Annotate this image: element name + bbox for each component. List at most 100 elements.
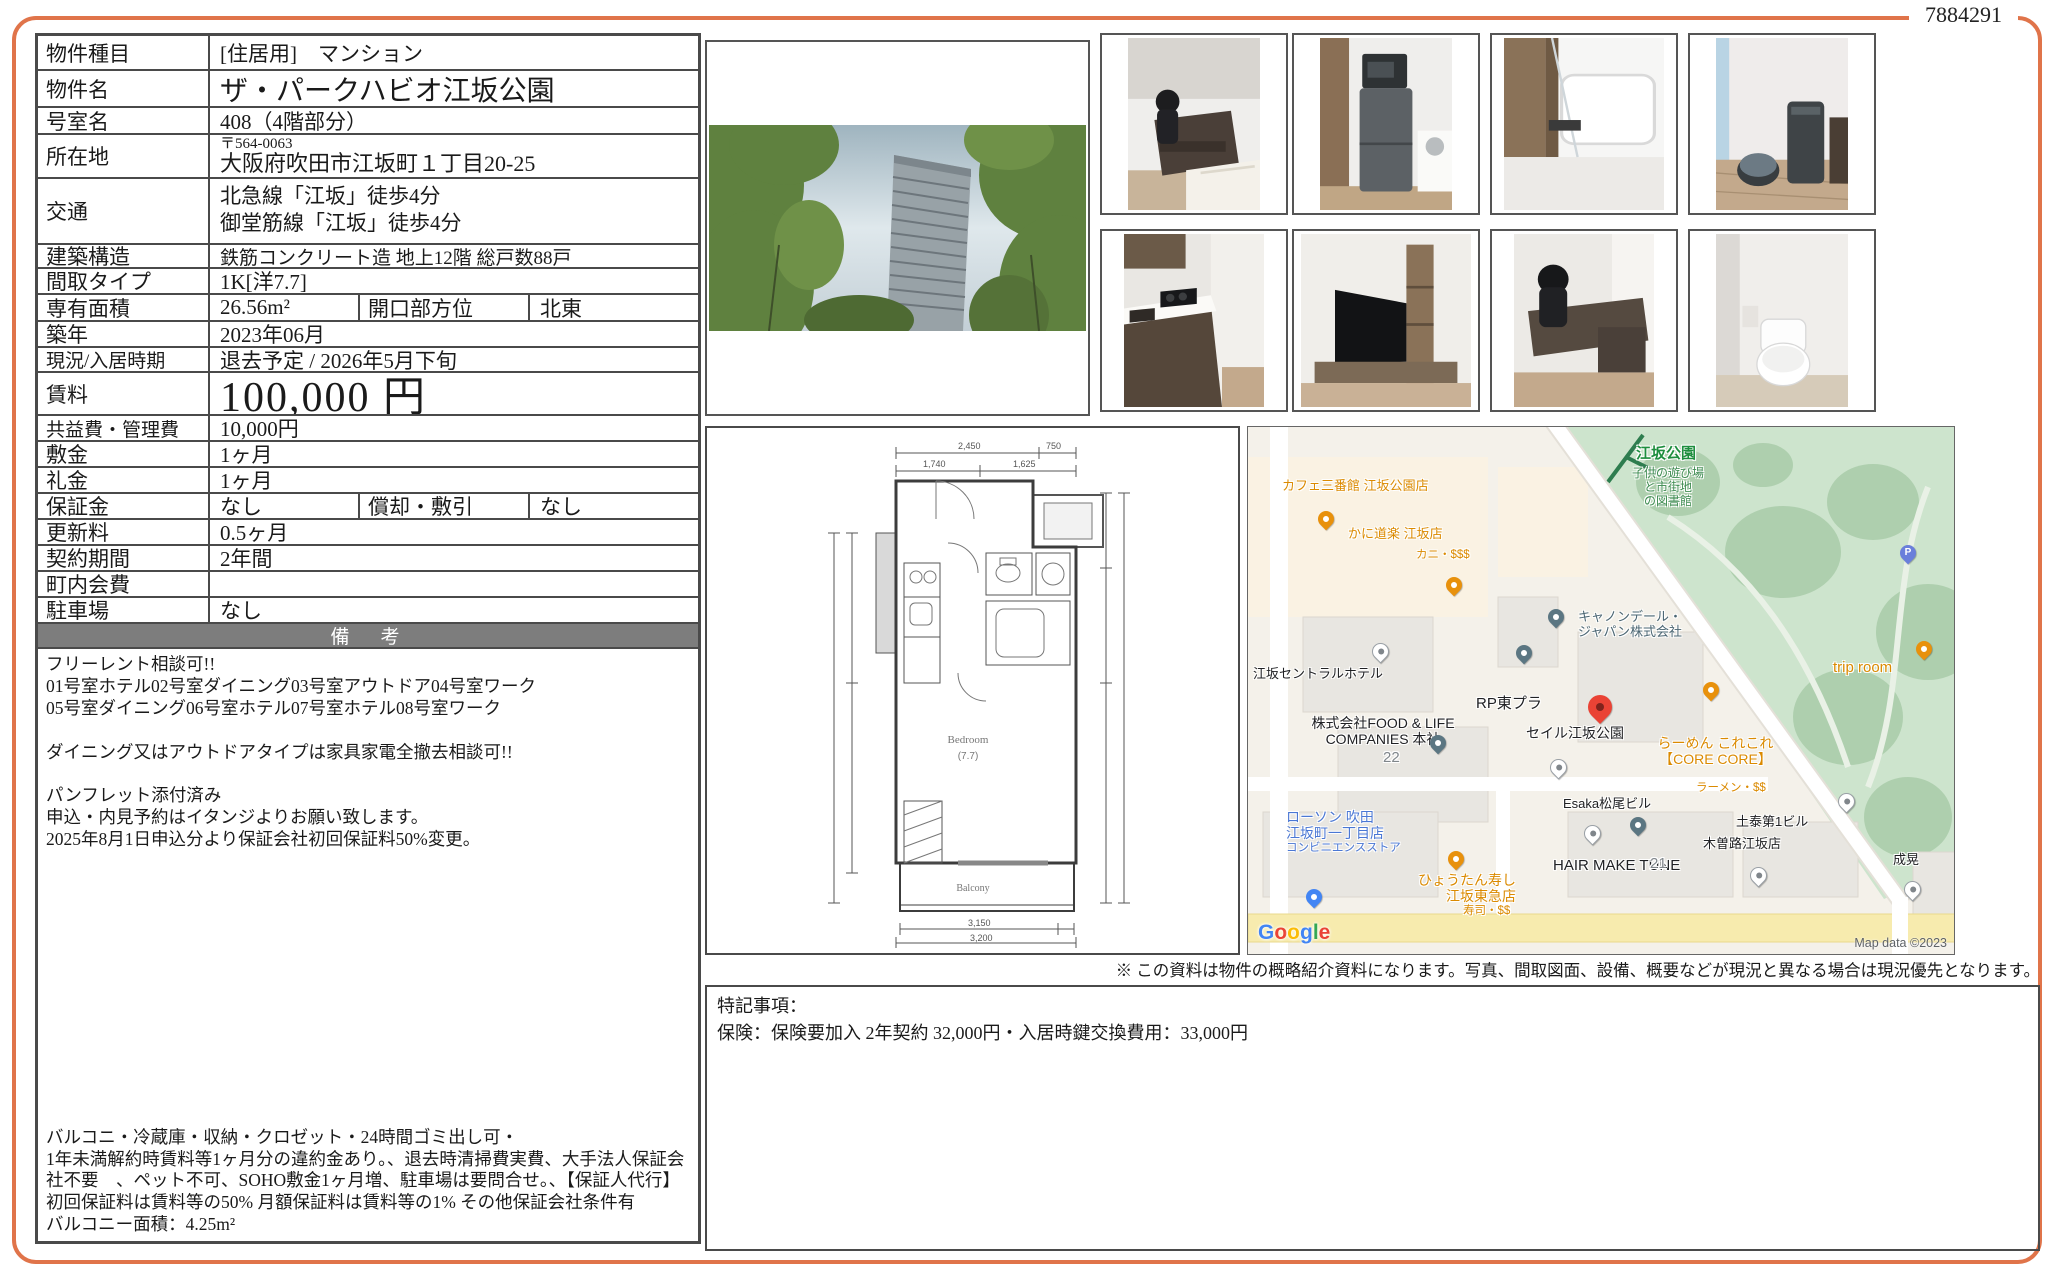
table-row: 交通北急線「江坂」徒歩4分 御堂筋線「江坂」徒歩4分 (38, 177, 698, 243)
field-label: 共益費・管理費 (38, 416, 210, 440)
table-row: 共益費・管理費10,000円 (38, 414, 698, 440)
table-row: 専有面積 26.56m² 開口部方位 北東 (38, 293, 698, 320)
table-row: 敷金1ヶ月 (38, 440, 698, 466)
photo-fridge-microwave (1292, 33, 1480, 215)
field-value: なし (210, 598, 698, 622)
svg-text:2,450: 2,450 (958, 441, 981, 451)
map-label-seiko: 成晃 (1893, 853, 1919, 868)
field-value (210, 572, 698, 596)
map-background (1248, 427, 1955, 955)
field-label: 所在地 (38, 135, 210, 177)
field-value: 鉄筋コンクリート造 地上12階 総戸数88戸 (210, 245, 698, 267)
field-label: 交通 (38, 179, 210, 243)
address: 大阪府吹田市江坂町１丁目20-25 (220, 152, 535, 175)
table-row: 保証金 なし 償却・敷引 なし (38, 492, 698, 518)
field-label: 現況/入居時期 (38, 348, 210, 371)
property-sheet: 7884291 物件種目[住居用] マンション 物件名ザ・パークハビオ江坂公園 … (0, 0, 2056, 1266)
field-value: 1ヶ月 (210, 468, 698, 492)
postal-code: 〒564-0063 (220, 137, 293, 153)
svg-text:1,625: 1,625 (1013, 459, 1036, 469)
svg-text:Balcony: Balcony (956, 883, 989, 894)
field-label: 専有面積 (38, 295, 210, 320)
disclaimer-note: ※ この資料は物件の概略紹介資料になります。写真、間取図面、設備、概要などが現況… (1110, 957, 2040, 981)
transportation: 北急線「江坂」徒歩4分 御堂筋線「江坂」徒歩4分 (210, 179, 698, 243)
map-label-esaka-matsuo: Esaka松尾ビル (1563, 797, 1651, 812)
remarks-box: フリーレント相談可!! 01号室ホテル02号室ダイニング03号室アウトドア04号… (38, 647, 698, 1241)
map-label-seil-esaka: セイル江坂公園 (1526, 725, 1624, 741)
floorplan-box: 2,450 750 1,740 1,625 (705, 426, 1240, 955)
table-row: 駐車場なし (38, 596, 698, 622)
map-label-park-sub: 子供の遊び場 と市街地 の図書館 (1632, 467, 1704, 508)
property-name: ザ・パークハビオ江坂公園 (210, 71, 698, 106)
table-row: 町内会費 (38, 570, 698, 596)
map-label-park: 江坂公園 (1636, 445, 1696, 462)
field-label: 敷金 (38, 442, 210, 466)
svg-text:Bedroom: Bedroom (947, 734, 988, 746)
table-row: 築年2023年06月 (38, 320, 698, 346)
map-label-22: 22 (1383, 749, 1400, 766)
map-label-ramen-sub: ラーメン・$$ (1696, 782, 1766, 795)
table-row: 建築構造鉄筋コンクリート造 地上12階 総戸数88戸 (38, 243, 698, 267)
map-label-hyoutan-sub: 寿司・$$ (1463, 905, 1510, 918)
field-label: 物件名 (38, 71, 210, 106)
field-label: 開口部方位 (360, 295, 530, 320)
special-notes-title: 特記事項： (717, 993, 2028, 1020)
table-row: 現況/入居時期退去予定 / 2026年5月下旬 (38, 346, 698, 371)
field-label: 築年 (38, 322, 210, 346)
field-value: 26.56m² (210, 295, 360, 320)
map-label-kanidouraku: かに道楽 江坂店 (1348, 527, 1443, 542)
field-value: 2年間 (210, 546, 698, 570)
map-label-lawson-sub: コンビニエンスストア (1286, 842, 1401, 855)
field-label: 間取タイプ (38, 269, 210, 293)
parking-pin: P (1897, 542, 1920, 565)
location-map: 江坂公園 子供の遊び場 と市街地 の図書館 カフェ三番館 江坂公園店 かに道楽 … (1247, 426, 1955, 955)
table-row: 更新料0.5ヶ月 (38, 518, 698, 544)
remarks-top: フリーレント相談可!! 01号室ホテル02号室ダイニング03号室アウトドア04号… (46, 654, 690, 851)
field-value: 10,000円 (210, 416, 698, 440)
field-label: 駐車場 (38, 598, 210, 622)
table-row: 所在地 〒564-0063 大阪府吹田市江坂町１丁目20-25 (38, 133, 698, 177)
main-photo-building-exterior (705, 40, 1090, 416)
table-row: 物件名ザ・パークハビオ江坂公園 (38, 69, 698, 106)
special-notes-body: 保険：保険要加入 2年契約 32,000円・入居時鍵交換費用：33,000円 (717, 1020, 2028, 1047)
svg-text:1,740: 1,740 (923, 459, 946, 469)
svg-text:(7.7): (7.7) (957, 751, 978, 762)
svg-text:3,200: 3,200 (970, 933, 993, 943)
field-value: 退去予定 / 2026年5月下旬 (210, 348, 698, 371)
map-label-foodlife: 株式会社FOOD & LIFE COMPANIES 本社 (1283, 715, 1483, 747)
field-label: 賃料 (38, 373, 210, 414)
photo-kitchen (1100, 229, 1288, 412)
address-cell: 〒564-0063 大阪府吹田市江坂町１丁目20-25 (210, 135, 698, 177)
map-label-hyoutan-sushi: ひょうたん寿し 江坂東急店 (1356, 872, 1516, 904)
map-label-central-hotel: 江坂セントラルホテル (1253, 667, 1383, 682)
google-logo: Google (1258, 921, 1330, 945)
svg-text:3,150: 3,150 (968, 918, 991, 928)
remarks-header: 備 考 (38, 622, 698, 647)
field-value: [住居用] マンション (210, 36, 698, 69)
field-label: 町内会費 (38, 572, 210, 596)
field-value: なし (530, 494, 698, 518)
table-row: 礼金1ヶ月 (38, 466, 698, 492)
table-row: 間取タイプ1K[洋7.7] (38, 267, 698, 293)
map-label-trip-room: trip room (1833, 659, 1892, 676)
field-label: 保証金 (38, 494, 210, 518)
field-label: 更新料 (38, 520, 210, 544)
map-label-rp-higashi: RP東プラ (1476, 695, 1542, 712)
table-row: 契約期間2年間 (38, 544, 698, 570)
field-label: 契約期間 (38, 546, 210, 570)
map-label-ramen-corecore: らーめん これこれ 【CORE CORE】 (1633, 735, 1798, 767)
map-attribution: Map data ©2023 (1854, 936, 1947, 950)
photo-tv-shelf (1292, 229, 1480, 412)
map-label-kisoji: 木曽路江坂店 (1703, 837, 1781, 852)
field-label: 礼金 (38, 468, 210, 492)
svg-text:750: 750 (1046, 441, 1061, 451)
field-value: 408（4階部分） (210, 108, 698, 133)
field-value: 北東 (530, 295, 698, 320)
field-value: なし (210, 494, 360, 518)
special-notes-box: 特記事項： 保険：保険要加入 2年契約 32,000円・入居時鍵交換費用：33,… (705, 985, 2040, 1251)
photo-unit-bath (1490, 33, 1678, 215)
field-label: 償却・敷引 (360, 494, 530, 518)
field-label: 建築構造 (38, 245, 210, 267)
remarks-bottom: バルコニ・冷蔵庫・収納・クロゼット・24時間ゴミ出し可・ 1年未満解約時賃料等1… (46, 1127, 690, 1236)
table-row: 賃料100,000 円 (38, 371, 698, 414)
